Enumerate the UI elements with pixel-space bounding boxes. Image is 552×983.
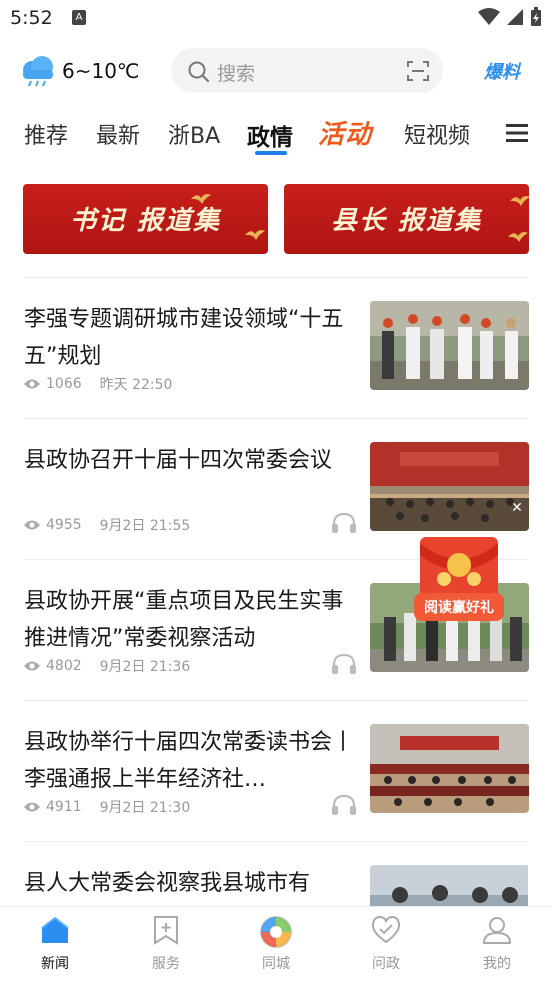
search-icon: [188, 61, 210, 83]
nav-news[interactable]: 新闻: [15, 915, 95, 973]
eye-icon: [24, 661, 40, 671]
divider: [24, 418, 528, 419]
news-thumbnail: [370, 442, 529, 531]
news-item[interactable]: 县政协召开十届十四次常委会议 4955 9月2日 21:55: [24, 442, 529, 542]
news-meta: 4802 9月2日 21:36: [24, 656, 190, 676]
close-icon[interactable]: ✕: [507, 498, 527, 518]
tab-duanshipin[interactable]: 短视频: [404, 118, 470, 150]
nav-local[interactable]: 同城: [236, 915, 316, 973]
tab-zuixin[interactable]: 最新: [96, 118, 140, 150]
news-thumbnail: [370, 724, 529, 813]
banner-label: 县长 报道集: [330, 206, 483, 236]
tab-zhengqing[interactable]: 政情: [247, 118, 293, 152]
eye-icon: [24, 802, 40, 812]
news-meta: 1066 昨天 22:50: [24, 374, 172, 394]
news-meta: 4955 9月2日 21:55: [24, 515, 190, 535]
eye-icon: [24, 379, 40, 389]
nav-label: 我的: [483, 956, 511, 972]
news-thumbnail: [370, 865, 528, 907]
news-title: 李强专题调研城市建设领域“十五五”规划: [24, 307, 344, 369]
redpacket-label: 阅读赢好礼: [424, 600, 494, 616]
notification-a-icon: A: [72, 10, 86, 25]
banner-label: 书记 报道集: [69, 206, 222, 236]
scan-icon[interactable]: [407, 61, 429, 81]
search-bar[interactable]: 搜索: [171, 48, 443, 93]
status-time: 5:52: [10, 7, 53, 29]
nav-label: 同城: [262, 956, 290, 972]
cloud-icon: [23, 56, 53, 87]
baoliao-button[interactable]: 爆料: [484, 58, 520, 84]
tab-huodong[interactable]: 活动: [318, 114, 372, 151]
news-title: 县人大常委会视察我县城市有: [24, 871, 311, 896]
news-title: 县政协召开十届十四次常委会议: [24, 448, 333, 473]
banner-shuji-reports[interactable]: 书记 报道集: [23, 184, 268, 254]
publish-time: 9月2日 21:30: [99, 800, 191, 816]
tab-tuijian[interactable]: 推荐: [24, 118, 68, 150]
user-icon: [482, 917, 512, 944]
divider: [24, 277, 528, 278]
battery-icon: [531, 7, 541, 26]
status-bar: 5:52 A: [0, 0, 552, 38]
news-title: 县政协开展“重点项目及民生实事推进情况”常委视察活动: [24, 589, 344, 651]
view-count: 4955: [46, 517, 82, 533]
publish-time: 9月2日 21:36: [99, 659, 191, 675]
aperture-icon: [260, 916, 292, 948]
signal-icon: [507, 9, 523, 25]
home-icon: [41, 916, 69, 943]
nav-service[interactable]: 服务: [126, 915, 206, 973]
nav-label: 新闻: [41, 956, 69, 972]
weather-widget[interactable]: 6~10℃: [18, 54, 139, 88]
news-thumbnail: [370, 301, 529, 390]
channel-tabs: 推荐 最新 浙BA 政情 活动 短视频: [0, 112, 552, 162]
bottom-navigation: 新闻 服务 同城 问政 我的: [0, 906, 552, 983]
headset-icon[interactable]: [331, 794, 357, 816]
news-item[interactable]: 县人大常委会视察我县城市有: [24, 865, 528, 907]
headset-icon[interactable]: [331, 512, 357, 534]
nav-label: 问政: [372, 956, 400, 972]
publish-time: 9月2日 21:55: [99, 518, 191, 534]
menu-icon[interactable]: [506, 123, 528, 143]
heart-icon: [371, 915, 401, 944]
search-placeholder: 搜索: [217, 63, 256, 85]
bookmark-plus-icon: [154, 916, 178, 945]
news-item[interactable]: 县政协举行十届四次常委读书会丨李强通报上半年经济社… 4911 9月2日 21:…: [24, 724, 529, 824]
banner-xianzhang-reports[interactable]: 县长 报道集: [284, 184, 529, 254]
nav-mine[interactable]: 我的: [457, 915, 537, 973]
publish-time: 昨天 22:50: [99, 377, 173, 393]
news-title: 县政协举行十届四次常委读书会丨李强通报上半年经济社…: [24, 730, 355, 792]
divider: [24, 841, 528, 842]
news-meta: 4911 9月2日 21:30: [24, 797, 190, 817]
view-count: 4911: [46, 799, 82, 815]
nav-label: 服务: [152, 956, 180, 972]
divider: [24, 700, 528, 701]
wifi-icon: [478, 8, 500, 25]
tab-zheba[interactable]: 浙BA: [168, 118, 220, 150]
view-count: 4802: [46, 658, 82, 674]
top-header: 6~10℃ 搜索 爆料: [0, 44, 552, 100]
active-tab-indicator: [255, 151, 287, 155]
news-item[interactable]: 李强专题调研城市建设领域“十五五”规划 1066 昨天 22:50: [24, 301, 529, 401]
weather-temperature: 6~10℃: [62, 59, 140, 83]
eye-icon: [24, 520, 40, 530]
nav-wenzheng[interactable]: 问政: [346, 915, 426, 973]
headset-icon[interactable]: [331, 653, 357, 675]
view-count: 1066: [46, 376, 82, 392]
reading-reward-redpacket[interactable]: 阅读赢好礼: [414, 535, 504, 623]
